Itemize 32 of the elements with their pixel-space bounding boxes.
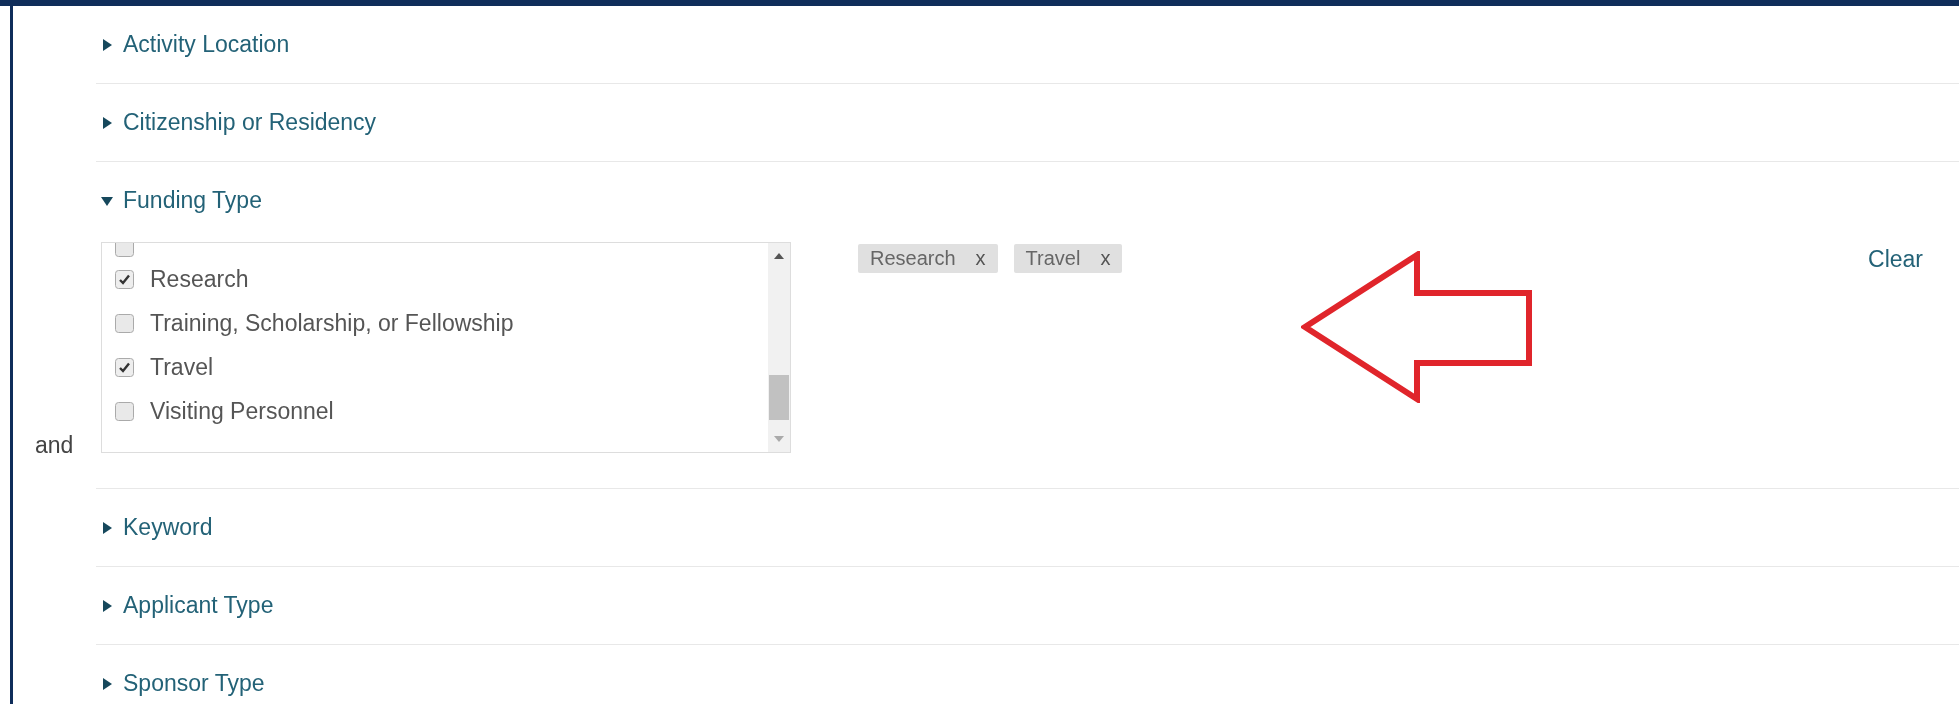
checkbox[interactable] [115, 401, 134, 421]
scroll-up-icon[interactable] [774, 253, 784, 259]
conjunction-label: and [35, 432, 74, 459]
section-toggle[interactable]: Keyword [101, 514, 213, 541]
section-toggle[interactable]: Activity Location [101, 31, 290, 58]
filter-chip: Travel x [1013, 244, 1123, 273]
caret-icon [101, 521, 113, 534]
scrollbar[interactable] [768, 243, 790, 452]
section-toggle[interactable]: Citizenship or Residency [101, 109, 377, 136]
checkbox[interactable] [115, 357, 134, 377]
caret-icon [101, 677, 113, 690]
caret-icon [101, 116, 113, 129]
caret-icon [101, 599, 113, 612]
option-listbox[interactable]: Research Training, Scholarship, or Fellowship Travel Visiting Personnel [101, 242, 791, 453]
checkbox[interactable] [115, 313, 134, 333]
section-toggle[interactable]: Funding Type [101, 187, 262, 214]
option-label: Training, Scholarship, or Fellowship [150, 309, 514, 337]
checkbox[interactable] [115, 269, 134, 289]
remove-link[interactable]: x [975, 247, 986, 270]
caret-icon [101, 38, 113, 51]
clear-link[interactable]: Clear [1868, 246, 1923, 273]
section-toggle[interactable]: Applicant Type [101, 592, 274, 619]
scroll-thumb[interactable] [769, 375, 789, 420]
option-label: Travel [150, 353, 214, 381]
filter-chip: Research x [858, 244, 998, 273]
section-toggle[interactable]: Sponsor Type [101, 670, 265, 697]
remove-link[interactable]: x [1100, 247, 1111, 270]
caret-icon [101, 194, 113, 207]
option-label: Research [150, 265, 249, 293]
option-label: Visiting Personnel [150, 397, 334, 425]
checkbox[interactable] [115, 243, 134, 257]
scroll-down-icon[interactable] [774, 436, 784, 442]
